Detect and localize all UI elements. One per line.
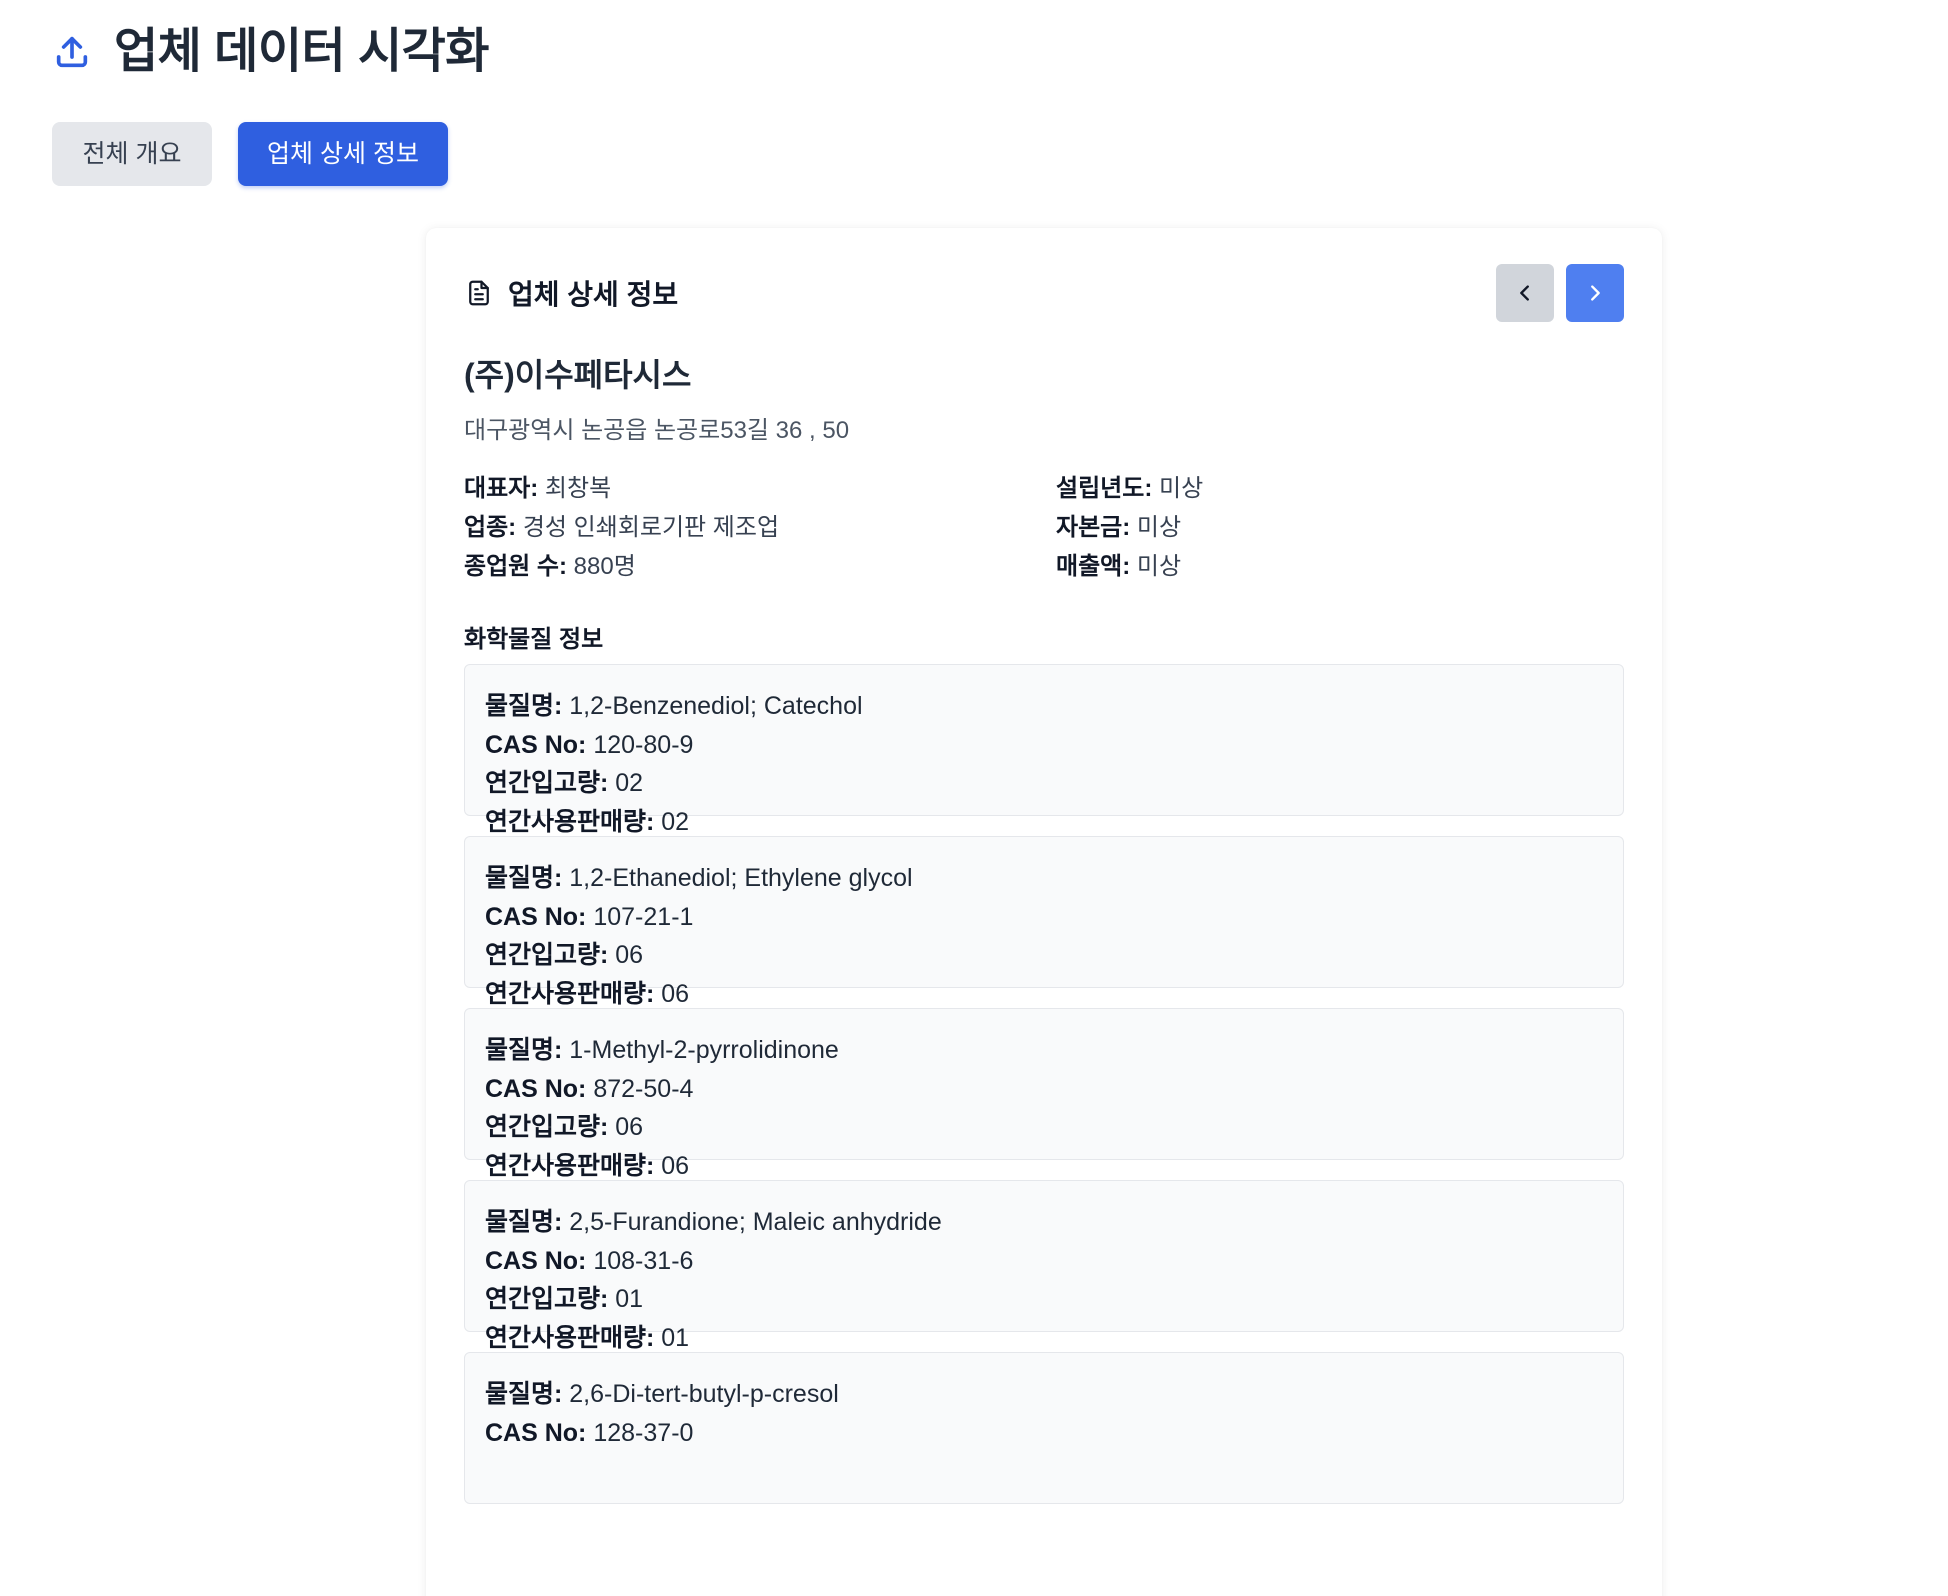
chemical-list: 물질명: 1,2-Benzenediol; Catechol CAS No: 1… — [464, 664, 1624, 1504]
chemical-cas-row: CAS No: 128-37-0 — [485, 1414, 1603, 1453]
chemical-import-row: 연간입고량: 06 — [485, 936, 1603, 975]
revenue-value: 미상 — [1136, 553, 1182, 580]
chemical-import-label: 연간입고량: — [485, 1285, 609, 1313]
chemical-card: 물질명: 1,2-Ethanediol; Ethylene glycol CAS… — [464, 836, 1624, 1008]
employees-value: 880명 — [573, 553, 636, 580]
chemical-name-label: 물질명: — [485, 1208, 563, 1236]
chemical-import-label: 연간입고량: — [485, 941, 609, 969]
chemical-card: 물질명: 2,5-Furandione; Maleic anhydride CA… — [464, 1180, 1624, 1352]
chemical-import-row: 연간입고량: 06 — [485, 1108, 1603, 1147]
next-company-button[interactable] — [1566, 264, 1624, 322]
chevron-right-icon — [1591, 285, 1600, 301]
company-detail-card: 업체 상세 정보 (주)이수페타시스 대구광역시 논공읍 논공로53길 36 ,… — [426, 228, 1662, 1596]
chemical-import-label: 연간입고량: — [485, 769, 609, 797]
chemical-section-title: 화학물질 정보 — [464, 626, 604, 653]
chemical-import-row: 연간입고량: 01 — [485, 1280, 1603, 1319]
chemical-cas-label: CAS No: — [485, 1418, 587, 1447]
page: 업체 데이터 시각화 전체 개요 업체 상세 정보 업체 상세 정보 (주)이수… — [0, 0, 1948, 1596]
chemical-cas-label: CAS No: — [485, 902, 587, 931]
chemical-usage-label: 연간사용판매량: — [485, 1151, 655, 1180]
chemical-card: 물질명: 1,2-Benzenediol; Catechol CAS No: 1… — [464, 664, 1624, 836]
chemical-import-label: 연간입고량: — [485, 1113, 609, 1141]
page-title: 업체 데이터 시각화 — [114, 25, 489, 78]
chemical-import: 01 — [615, 1285, 644, 1313]
industry-label: 업종: — [464, 514, 517, 541]
tab-overview[interactable]: 전체 개요 — [52, 122, 212, 186]
info-employees: 종업원 수: 880명 — [464, 551, 1056, 582]
tab-bar: 전체 개요 업체 상세 정보 — [52, 122, 448, 186]
info-industry: 업종: 경성 인쇄회로기판 제조업 — [464, 512, 1056, 543]
app-header: 업체 데이터 시각화 — [52, 22, 489, 82]
company-address: 대구광역시 논공읍 논공로53길 36 , 50 — [464, 417, 850, 444]
chevron-left-icon — [1520, 285, 1529, 301]
chemical-usage: 02 — [661, 807, 690, 836]
chemical-name-row: 물질명: 1,2-Ethanediol; Ethylene glycol — [485, 859, 1603, 898]
chemical-name-label: 물질명: — [485, 1036, 563, 1064]
chemical-import: 06 — [615, 941, 644, 969]
founded-label: 설립년도: — [1056, 475, 1153, 502]
chemical-name: 2,5-Furandione; Maleic anhydride — [569, 1208, 942, 1236]
tab-company-detail[interactable]: 업체 상세 정보 — [238, 122, 448, 186]
chemical-name: 2,6-Di-tert-butyl-p-cresol — [569, 1380, 839, 1408]
company-info-grid: 대표자: 최창복 설립년도: 미상 업종: 경성 인쇄회로기판 제조업 자본금:… — [464, 473, 1624, 582]
chemical-name-label: 물질명: — [485, 1380, 563, 1408]
chemical-name-row: 물질명: 2,5-Furandione; Maleic anhydride — [485, 1203, 1603, 1242]
chemical-import: 02 — [615, 769, 644, 797]
chemical-name: 1-Methyl-2-pyrrolidinone — [569, 1036, 839, 1064]
chemical-name: 1,2-Benzenediol; Catechol — [569, 692, 863, 720]
representative-label: 대표자: — [464, 475, 539, 502]
chemical-cas: 120-80-9 — [593, 730, 694, 759]
chemical-cas-row: CAS No: 872-50-4 — [485, 1070, 1603, 1109]
chemical-cas-row: CAS No: 108-31-6 — [485, 1242, 1603, 1281]
capital-value: 미상 — [1136, 514, 1182, 541]
company-name: (주)이수페타시스 — [464, 357, 692, 393]
chemical-cas: 107-21-1 — [593, 902, 694, 931]
chemical-usage-label: 연간사용판매량: — [485, 979, 655, 1008]
chemical-name: 1,2-Ethanediol; Ethylene glycol — [569, 864, 913, 892]
company-nav — [1496, 264, 1624, 322]
chemical-usage-label: 연간사용판매량: — [485, 807, 655, 836]
chemical-cas-label: CAS No: — [485, 730, 587, 759]
employees-label: 종업원 수: — [464, 553, 567, 580]
chemical-cas: 108-31-6 — [593, 1246, 694, 1275]
revenue-label: 매출액: — [1056, 553, 1131, 580]
chemical-card: 물질명: 1-Methyl-2-pyrrolidinone CAS No: 87… — [464, 1008, 1624, 1180]
chemical-usage-label: 연간사용판매량: — [485, 1323, 655, 1352]
card-title-group: 업체 상세 정보 — [464, 264, 678, 322]
document-icon — [464, 278, 494, 308]
chemical-usage: 01 — [661, 1323, 690, 1352]
upload-icon — [52, 32, 92, 72]
capital-label: 자본금: — [1056, 514, 1131, 541]
info-capital: 자본금: 미상 — [1056, 512, 1624, 543]
info-founded: 설립년도: 미상 — [1056, 473, 1624, 504]
industry-value: 경성 인쇄회로기판 제조업 — [522, 514, 780, 541]
chemical-name-label: 물질명: — [485, 864, 563, 892]
chemical-cas: 128-37-0 — [593, 1418, 694, 1447]
previous-company-button[interactable] — [1496, 264, 1554, 322]
chemical-cas-label: CAS No: — [485, 1074, 587, 1103]
chemical-name-row: 물질명: 1-Methyl-2-pyrrolidinone — [485, 1031, 1603, 1070]
card-header: 업체 상세 정보 — [464, 264, 1624, 322]
chemical-cas-row: CAS No: 107-21-1 — [485, 898, 1603, 937]
founded-value: 미상 — [1158, 475, 1204, 502]
chemical-name-row: 물질명: 1,2-Benzenediol; Catechol — [485, 687, 1603, 726]
info-representative: 대표자: 최창복 — [464, 473, 1056, 504]
chemical-name-label: 물질명: — [485, 692, 563, 720]
chemical-cas-label: CAS No: — [485, 1246, 587, 1275]
chemical-import: 06 — [615, 1113, 644, 1141]
chemical-cas-row: CAS No: 120-80-9 — [485, 726, 1603, 765]
chemical-import-row: 연간입고량: 02 — [485, 764, 1603, 803]
chemical-card: 물질명: 2,6-Di-tert-butyl-p-cresol CAS No: … — [464, 1352, 1624, 1504]
chemical-usage: 06 — [661, 979, 690, 1008]
chemical-cas: 872-50-4 — [593, 1074, 694, 1103]
chemical-name-row: 물질명: 2,6-Di-tert-butyl-p-cresol — [485, 1375, 1603, 1414]
card-title: 업체 상세 정보 — [508, 279, 679, 310]
representative-value: 최창복 — [544, 475, 612, 502]
info-revenue: 매출액: 미상 — [1056, 551, 1624, 582]
chemical-usage: 06 — [661, 1151, 690, 1180]
